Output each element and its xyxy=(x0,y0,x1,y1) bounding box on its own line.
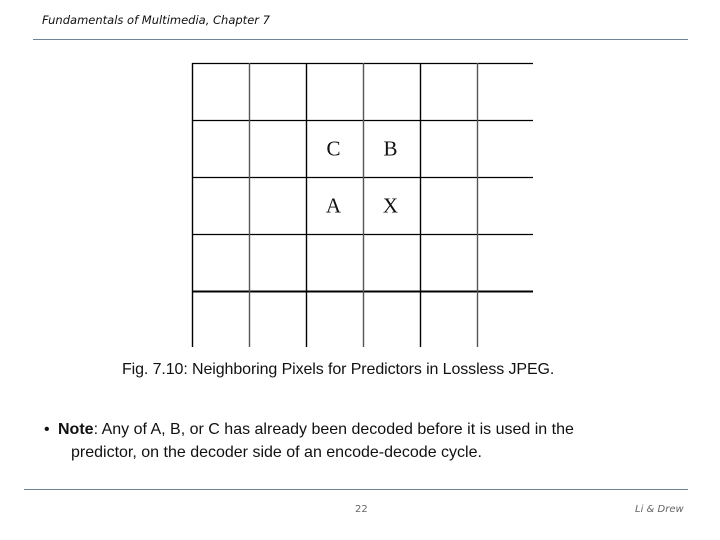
page-number: 22 xyxy=(355,504,368,515)
footer-authors: Li & Drew xyxy=(635,504,684,515)
pixel-grid-figure: C B A X xyxy=(191,62,533,347)
footer-divider-right xyxy=(498,489,688,490)
pixel-label-c: C xyxy=(326,137,340,161)
note-line-2: predictor, on the decoder side of an enc… xyxy=(71,444,482,461)
pixel-label-a: A xyxy=(326,194,342,218)
footer-divider xyxy=(24,489,498,490)
pixel-label-b: B xyxy=(383,137,397,161)
note-label: Note xyxy=(58,421,94,438)
note-line-1: • Note: Any of A, B, or C has already bee… xyxy=(44,418,684,441)
note-text-1: : Any of A, B, or C has already been dec… xyxy=(93,421,574,438)
note-paragraph: • Note: Any of A, B, or C has already bee… xyxy=(44,418,684,464)
grid-lines xyxy=(191,62,533,347)
figure-caption: Fig. 7.10: Neighboring Pixels for Predic… xyxy=(122,361,555,378)
bullet-icon: • xyxy=(44,421,50,438)
pixel-label-x: X xyxy=(383,194,398,218)
